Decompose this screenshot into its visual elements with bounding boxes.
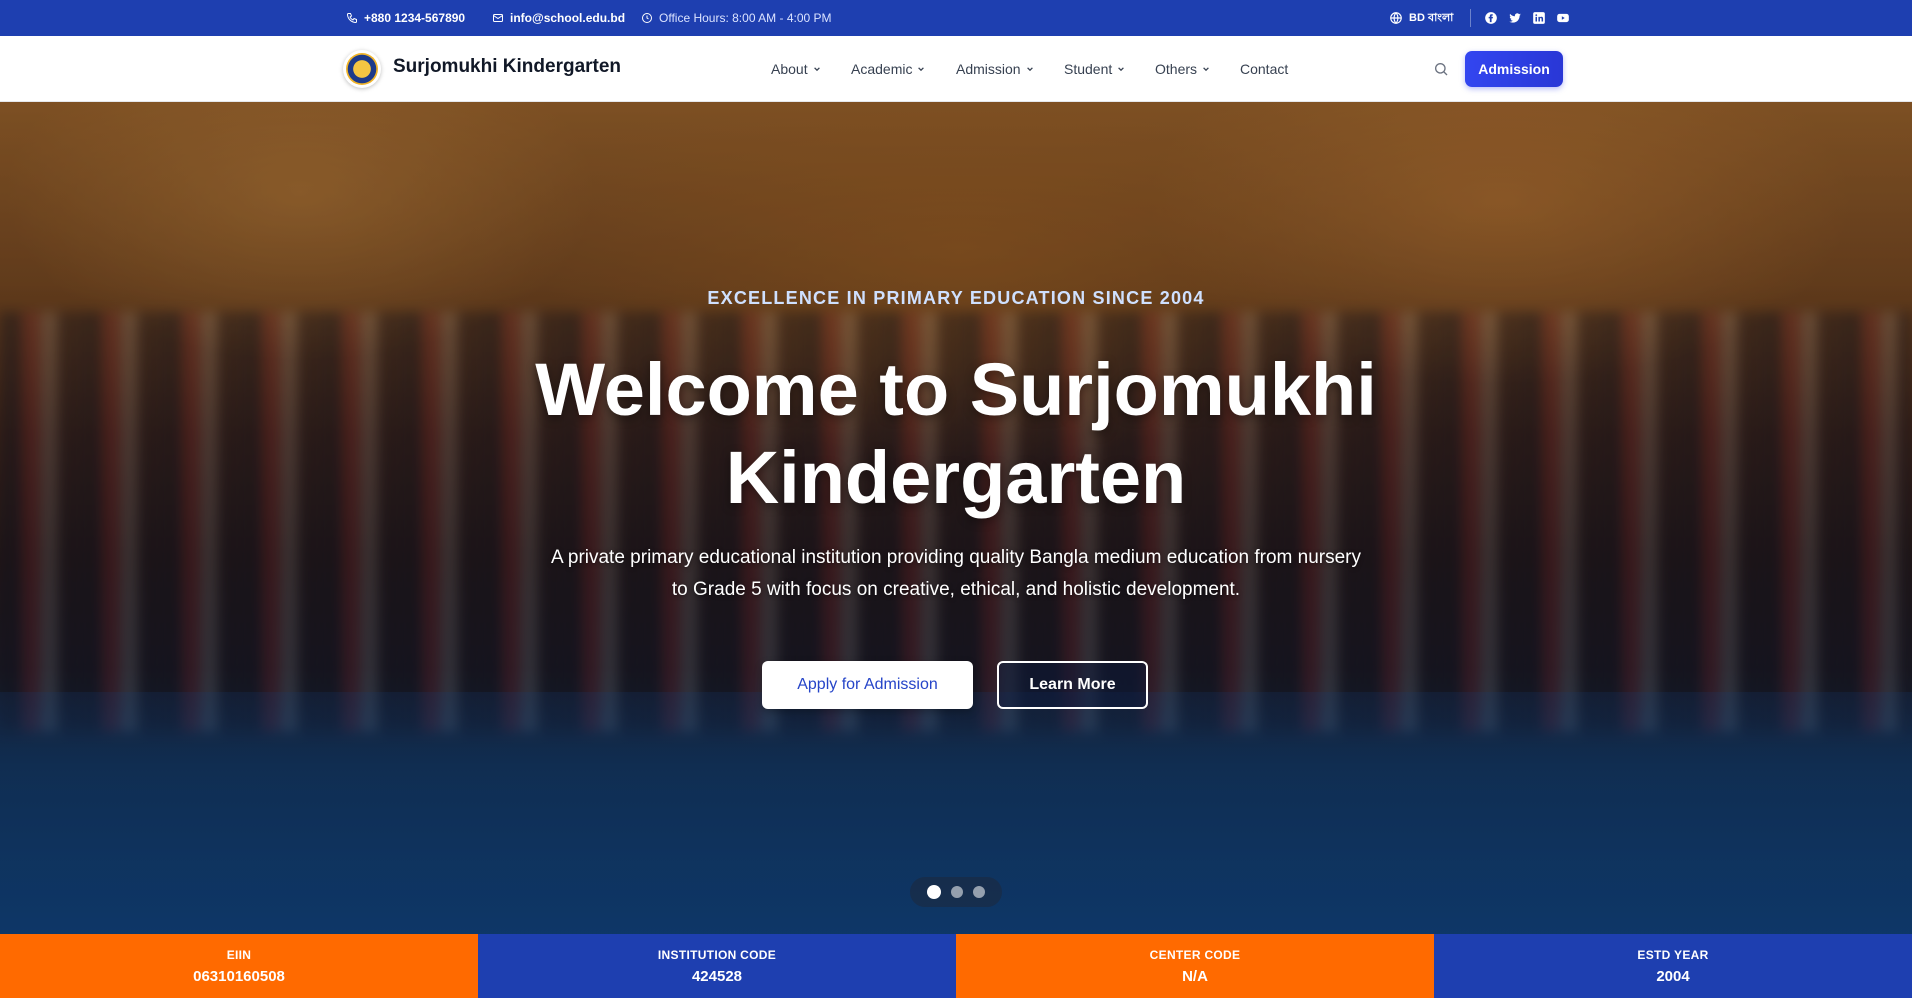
nav-admission[interactable]: Admission (956, 36, 1034, 102)
mail-icon (492, 12, 504, 24)
social-links (1474, 0, 1570, 36)
chevron-down-icon (1202, 65, 1210, 73)
phone-text: +880 1234-567890 (364, 11, 466, 25)
nav-about-label: About (771, 61, 808, 77)
globe-icon (1389, 11, 1403, 25)
slider-dots (910, 877, 1002, 907)
nav-others[interactable]: Others (1155, 36, 1210, 102)
slide-dot-1[interactable] (927, 885, 941, 899)
language-label: BD বাংলা (1409, 11, 1454, 24)
info-label: EIIN (226, 948, 252, 962)
office-hours: Office Hours: 8:00 AM - 4:00 PM (641, 0, 832, 36)
nav-about[interactable]: About (771, 36, 821, 102)
info-center-code: CENTER CODE N/A (956, 934, 1434, 998)
hero-subtitle: A private primary educational institutio… (550, 547, 1362, 600)
chevron-down-icon (917, 65, 925, 73)
info-value: 06310160508 (193, 968, 285, 985)
slide-dot-3[interactable] (973, 886, 985, 898)
nav-academic[interactable]: Academic (851, 36, 925, 102)
top-bar: +880 1234-567890 info@school.edu.bd Offi… (0, 0, 1912, 36)
twitter-icon[interactable] (1508, 11, 1522, 25)
nav-admission-label: Admission (956, 61, 1021, 77)
nav-academic-label: Academic (851, 61, 913, 77)
youtube-icon[interactable] (1556, 11, 1570, 25)
info-eiin: EIIN 06310160508 (0, 934, 478, 998)
topbar-divider (1470, 9, 1471, 27)
admission-button[interactable]: Admission (1465, 51, 1563, 87)
info-estd-year: ESTD YEAR 2004 (1434, 934, 1912, 998)
clock-icon (641, 12, 653, 24)
facebook-icon[interactable] (1484, 11, 1498, 25)
info-value: N/A (1182, 968, 1208, 985)
info-institution-code: INSTITUTION CODE 424528 (478, 934, 956, 998)
info-label: INSTITUTION CODE (657, 948, 777, 962)
search-icon[interactable] (1433, 61, 1449, 77)
hero-slider: EXCELLENCE IN PRIMARY EDUCATION SINCE 20… (0, 102, 1912, 934)
nav-student-label: Student (1064, 61, 1113, 77)
main-header: Surjomukhi Kindergarten About Academic A… (0, 36, 1912, 102)
chevron-down-icon (1117, 65, 1125, 73)
linkedin-icon[interactable] (1532, 11, 1546, 25)
slide-dot-2[interactable] (951, 886, 963, 898)
phone-icon (346, 12, 358, 24)
apply-for-admission-button[interactable]: Apply for Admission (762, 661, 973, 709)
language-switcher[interactable]: BD বাংলা (1389, 0, 1453, 36)
school-logo[interactable] (343, 50, 381, 88)
phone-contact[interactable]: +880 1234-567890 (346, 0, 465, 36)
info-value: 424528 (691, 968, 743, 985)
email-text: info@school.edu.bd (510, 11, 626, 25)
hero-content: EXCELLENCE IN PRIMARY EDUCATION SINCE 20… (0, 102, 1912, 934)
nav-student[interactable]: Student (1064, 36, 1125, 102)
chevron-down-icon (1026, 65, 1034, 73)
hero-eyebrow: EXCELLENCE IN PRIMARY EDUCATION SINCE 20… (707, 288, 1205, 308)
learn-more-button[interactable]: Learn More (997, 661, 1148, 709)
hero-title: Welcome to Surjomukhi Kindergarten (535, 348, 1377, 519)
nav-contact[interactable]: Contact (1240, 36, 1288, 102)
info-value: 2004 (1656, 968, 1690, 985)
info-label: CENTER CODE (1149, 948, 1241, 962)
email-contact[interactable]: info@school.edu.bd (492, 0, 625, 36)
nav-contact-label: Contact (1240, 61, 1289, 77)
nav-others-label: Others (1155, 61, 1198, 77)
office-hours-text: Office Hours: 8:00 AM - 4:00 PM (659, 11, 832, 25)
brand-name[interactable]: Surjomukhi Kindergarten (393, 56, 621, 78)
institution-info-strip: EIIN 06310160508 INSTITUTION CODE 424528… (0, 934, 1912, 998)
chevron-down-icon (813, 65, 821, 73)
info-label: ESTD YEAR (1637, 948, 1709, 962)
